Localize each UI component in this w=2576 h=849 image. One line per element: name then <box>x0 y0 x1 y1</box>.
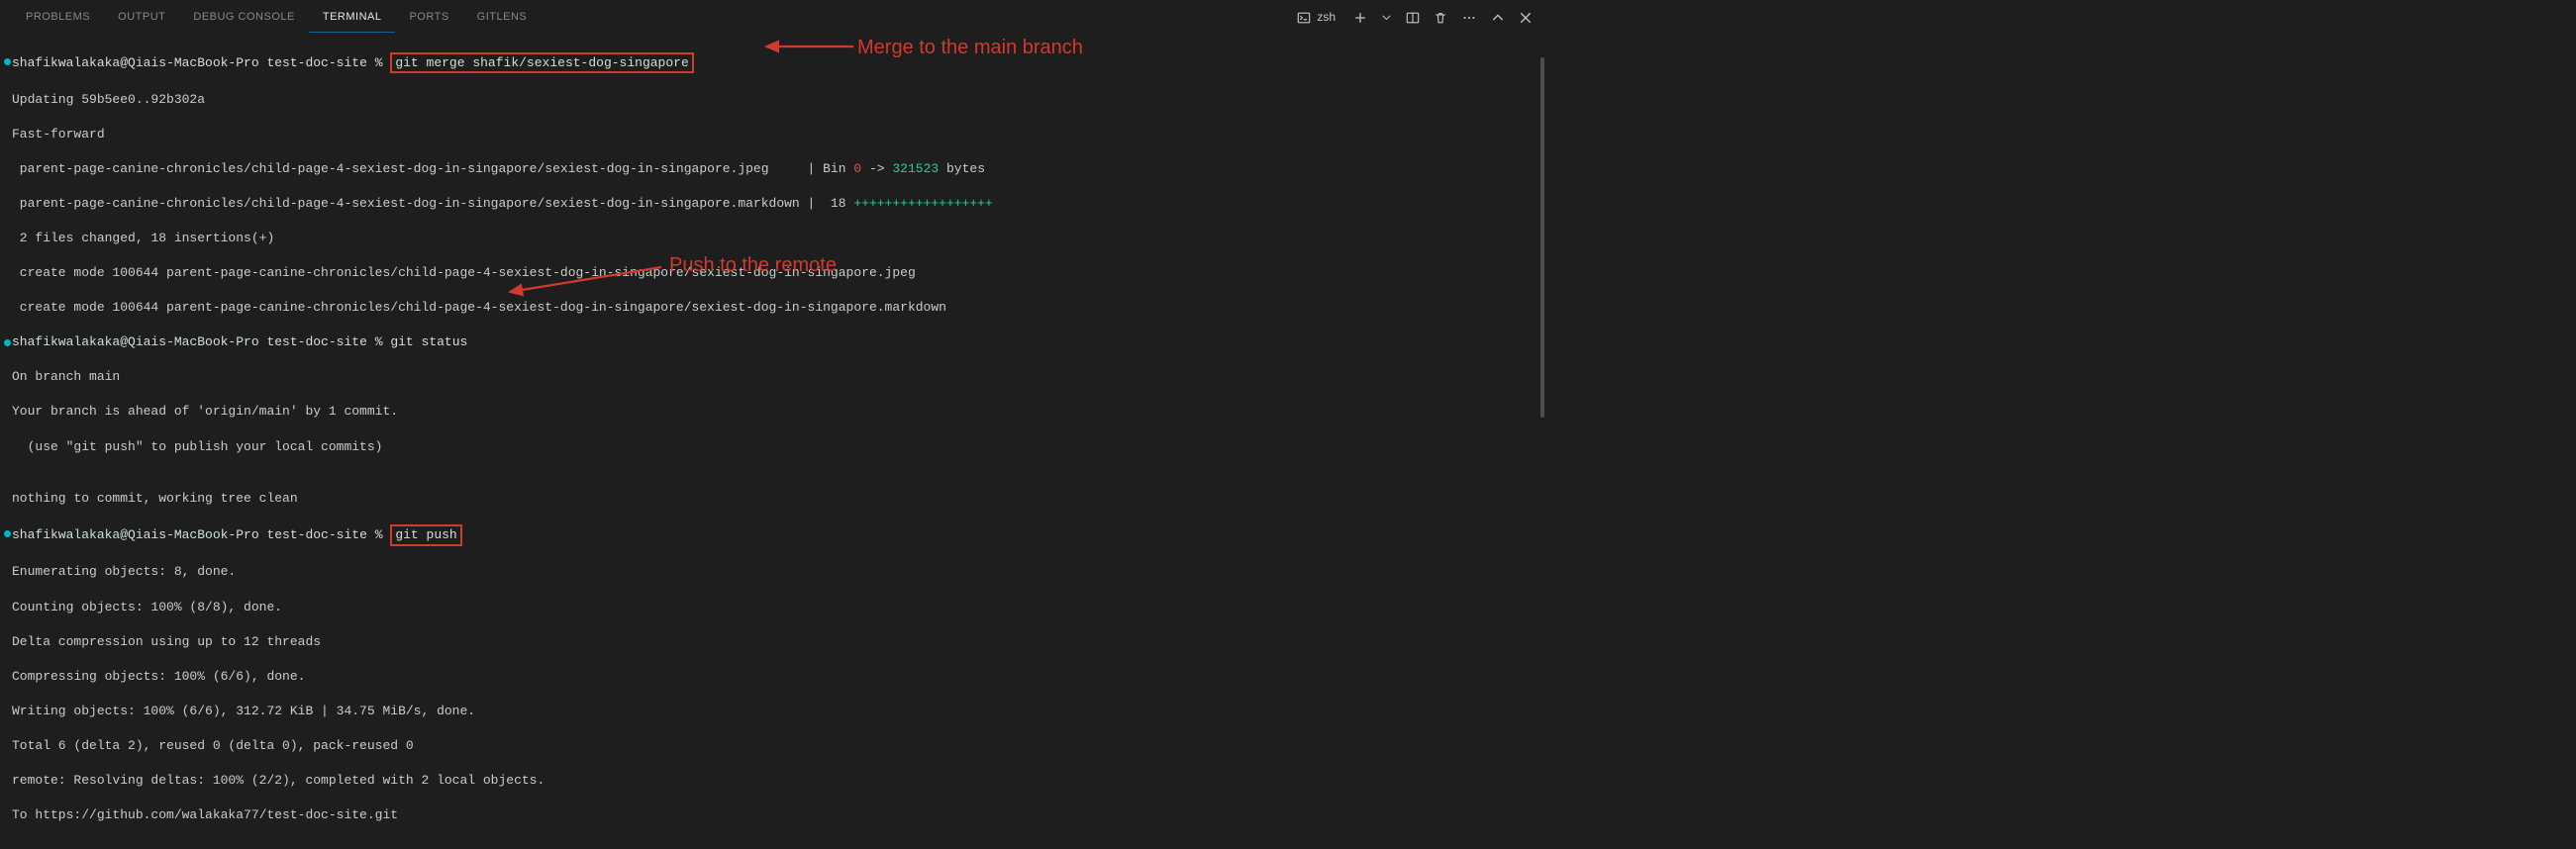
output-line: parent-page-canine-chronicles/child-page… <box>4 160 1533 178</box>
panel-tabs: PROBLEMS OUTPUT DEBUG CONSOLE TERMINAL P… <box>12 2 541 34</box>
more-actions-button[interactable] <box>1461 11 1477 25</box>
output-line: remote: Resolving deltas: 100% (2/2), co… <box>4 772 1533 790</box>
output-line: Delta compression using up to 12 threads <box>4 633 1533 651</box>
output-line: Updating 59b5ee0..92b302a <box>4 91 1533 109</box>
output-line: nothing to commit, working tree clean <box>4 490 1533 508</box>
output-line: parent-page-canine-chronicles/child-page… <box>4 195 1533 213</box>
output-line: create mode 100644 parent-page-canine-ch… <box>4 264 1533 282</box>
output-line: On branch main <box>4 368 1533 386</box>
new-terminal-button[interactable] <box>1353 11 1367 25</box>
chevron-down-icon[interactable] <box>1381 12 1392 23</box>
chevron-up-icon[interactable] <box>1491 11 1505 25</box>
tab-gitlens[interactable]: GITLENS <box>463 2 542 34</box>
output-line: Writing objects: 100% (6/6), 312.72 KiB … <box>4 703 1533 720</box>
prompt-line: shafikwalakaka@Qiais-MacBook-Pro test-do… <box>4 524 1533 546</box>
tab-output[interactable]: OUTPUT <box>104 2 179 34</box>
output-line: Your branch is ahead of 'origin/main' by… <box>4 403 1533 421</box>
output-line: Enumerating objects: 8, done. <box>4 563 1533 581</box>
prompt-line: shafikwalakaka@Qiais-MacBook-Pro test-do… <box>4 333 1533 351</box>
terminal-icon <box>1297 11 1311 25</box>
scrollbar[interactable] <box>1540 57 1544 418</box>
output-line: 2 files changed, 18 insertions(+) <box>4 230 1533 247</box>
split-terminal-button[interactable] <box>1406 11 1420 25</box>
cmd-git-merge-boxed: git merge shafik/sexiest-dog-singapore <box>390 52 693 74</box>
tab-ports[interactable]: PORTS <box>395 2 462 34</box>
kill-terminal-button[interactable] <box>1434 11 1447 25</box>
terminal-shell-selector[interactable]: zsh <box>1293 7 1339 27</box>
close-panel-button[interactable] <box>1519 11 1533 25</box>
tab-debug-console[interactable]: DEBUG CONSOLE <box>179 2 308 34</box>
output-line: To https://github.com/walakaka77/test-do… <box>4 806 1533 824</box>
output-line: Counting objects: 100% (8/8), done. <box>4 599 1533 616</box>
tab-problems[interactable]: PROBLEMS <box>12 2 104 34</box>
panel-toolbar: zsh <box>1293 7 1533 27</box>
prompt-line: shafikwalakaka@Qiais-MacBook-Pro test-do… <box>4 52 1533 74</box>
output-line: create mode 100644 parent-page-canine-ch… <box>4 299 1533 317</box>
output-line: Total 6 (delta 2), reused 0 (delta 0), p… <box>4 737 1533 755</box>
terminal-output[interactable]: shafikwalakaka@Qiais-MacBook-Pro test-do… <box>0 35 1544 849</box>
terminal-shell-name: zsh <box>1317 9 1336 25</box>
panel-tabbar: PROBLEMS OUTPUT DEBUG CONSOLE TERMINAL P… <box>0 0 1544 35</box>
output-line: Fast-forward <box>4 126 1533 143</box>
tab-terminal[interactable]: TERMINAL <box>309 2 396 34</box>
output-line: (use "git push" to publish your local co… <box>4 438 1533 456</box>
cmd-git-push-boxed: git push <box>390 524 461 546</box>
output-line: Compressing objects: 100% (6/6), done. <box>4 668 1533 686</box>
